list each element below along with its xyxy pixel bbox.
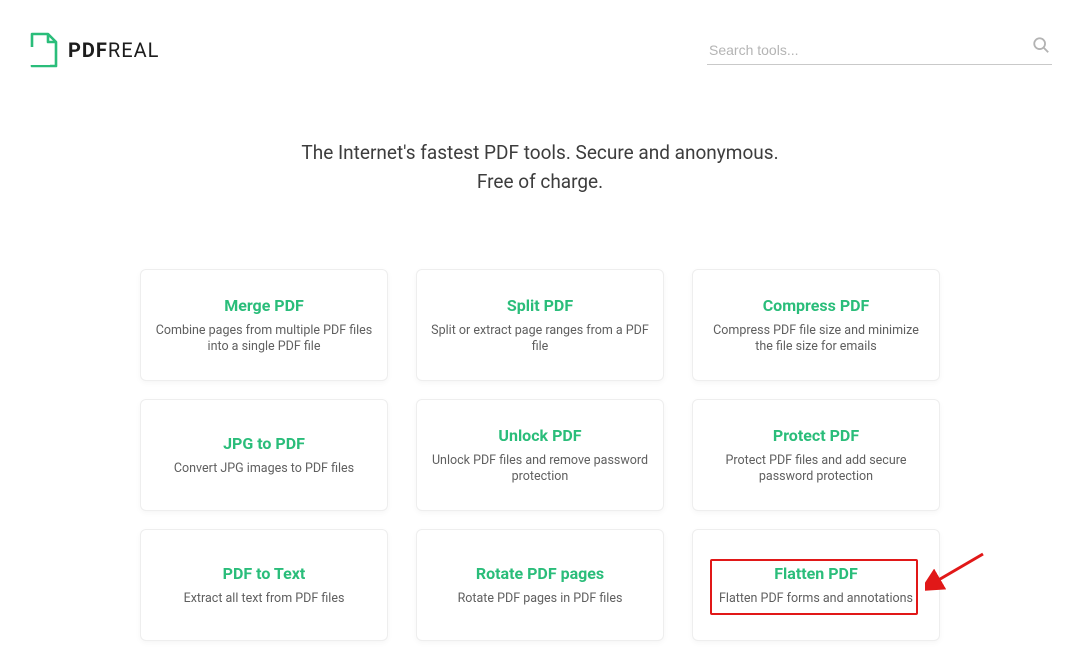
hero-tagline: The Internet's fastest PDF tools. Secure…	[0, 138, 1080, 197]
tool-title: Unlock PDF	[431, 426, 649, 445]
tool-card-pdf-to-text[interactable]: PDF to Text Extract all text from PDF fi…	[140, 529, 388, 641]
search-icon[interactable]	[1030, 34, 1052, 56]
search	[707, 36, 1052, 65]
tool-title: Flatten PDF	[707, 564, 925, 583]
tool-card-merge-pdf[interactable]: Merge PDF Combine pages from multiple PD…	[140, 269, 388, 381]
tool-desc: Combine pages from multiple PDF files in…	[155, 323, 373, 357]
tool-desc: Protect PDF files and add secure passwor…	[707, 453, 925, 487]
tools-grid: Merge PDF Combine pages from multiple PD…	[140, 269, 940, 641]
logo[interactable]: PDFREAL	[28, 32, 159, 68]
tool-desc: Flatten PDF forms and annotations	[707, 591, 925, 608]
tool-title: JPG to PDF	[155, 434, 373, 453]
tool-title: Merge PDF	[155, 296, 373, 315]
pdf-file-icon	[28, 32, 58, 68]
tool-card-unlock-pdf[interactable]: Unlock PDF Unlock PDF files and remove p…	[416, 399, 664, 511]
tool-card-protect-pdf[interactable]: Protect PDF Protect PDF files and add se…	[692, 399, 940, 511]
tool-card-compress-pdf[interactable]: Compress PDF Compress PDF file size and …	[692, 269, 940, 381]
search-input[interactable]	[707, 36, 1052, 65]
tool-title: PDF to Text	[155, 564, 373, 583]
tool-card-rotate-pdf[interactable]: Rotate PDF pages Rotate PDF pages in PDF…	[416, 529, 664, 641]
logo-text: PDFREAL	[68, 38, 159, 62]
tool-desc: Compress PDF file size and minimize the …	[707, 323, 925, 357]
tool-card-jpg-to-pdf[interactable]: JPG to PDF Convert JPG images to PDF fil…	[140, 399, 388, 511]
tool-card-flatten-pdf[interactable]: Flatten PDF Flatten PDF forms and annota…	[692, 529, 940, 641]
header: PDFREAL	[0, 0, 1080, 80]
tool-card-split-pdf[interactable]: Split PDF Split or extract page ranges f…	[416, 269, 664, 381]
hero-line-1: The Internet's fastest PDF tools. Secure…	[0, 138, 1080, 167]
tool-title: Rotate PDF pages	[431, 564, 649, 583]
tool-title: Compress PDF	[707, 296, 925, 315]
hero-line-2: Free of charge.	[0, 167, 1080, 196]
tool-desc: Split or extract page ranges from a PDF …	[431, 323, 649, 357]
tool-desc: Unlock PDF files and remove password pro…	[431, 453, 649, 487]
tool-title: Protect PDF	[707, 426, 925, 445]
tool-title: Split PDF	[431, 296, 649, 315]
tool-desc: Convert JPG images to PDF files	[155, 461, 373, 478]
tool-desc: Rotate PDF pages in PDF files	[431, 591, 649, 608]
tool-desc: Extract all text from PDF files	[155, 591, 373, 608]
